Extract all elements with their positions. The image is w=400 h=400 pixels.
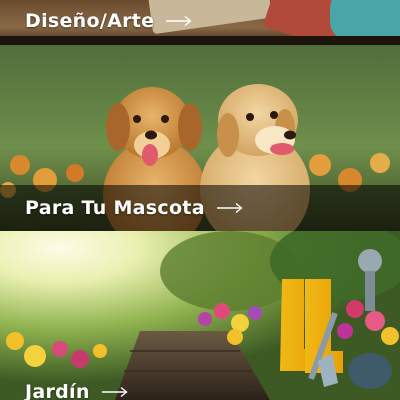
category-label-row: Jardín	[25, 381, 128, 400]
category-label: Para Tu Mascota	[25, 197, 205, 219]
banner-image-art-teal-object	[330, 0, 400, 40]
category-label-row: Para Tu Mascota	[25, 197, 243, 219]
category-banner-pets[interactable]: Para Tu Mascota	[0, 45, 400, 231]
category-banner-garden[interactable]: Jardín	[0, 231, 400, 400]
arrow-right-icon	[101, 386, 128, 398]
category-label-row: Diseño/Arte	[25, 10, 192, 32]
category-label: Diseño/Arte	[25, 10, 155, 32]
banner-divider	[0, 36, 400, 45]
arrow-right-icon	[216, 202, 243, 214]
banner-image-garden	[0, 231, 400, 400]
category-banner-design-art[interactable]: Diseño/Arte	[0, 0, 400, 45]
category-label: Jardín	[25, 381, 90, 400]
arrow-right-icon	[166, 15, 192, 27]
